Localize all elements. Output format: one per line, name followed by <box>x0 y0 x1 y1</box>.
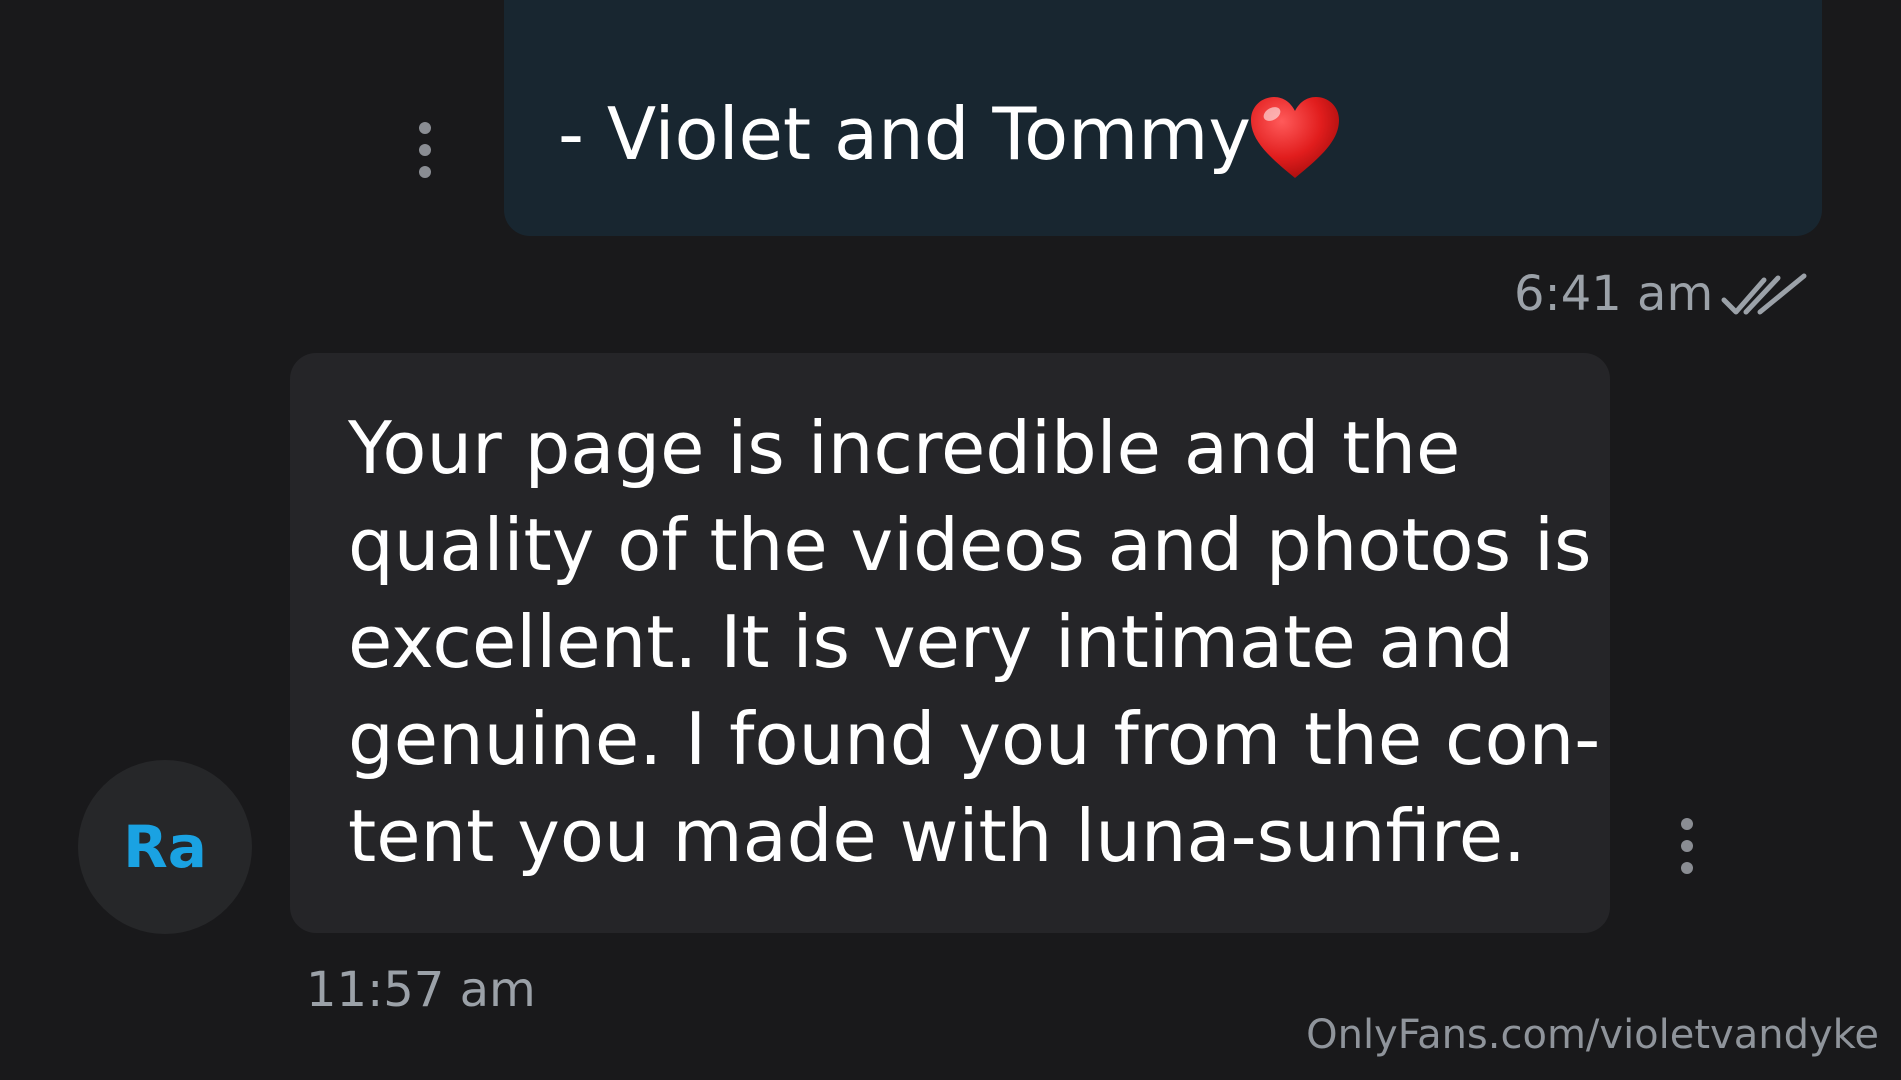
heart-icon <box>1251 97 1339 178</box>
sent-message-text: - Violet and Tommy <box>558 92 1252 176</box>
received-message-line: quality of the videos and photos is <box>348 503 1592 587</box>
received-message-line: excellent. It is very intimate and <box>348 600 1514 684</box>
received-message-time: 11:57 am <box>306 962 536 1018</box>
received-message-text: Your page is incredible and the quality … <box>348 400 1601 885</box>
chat-screen: - Violet and Tommy 6:41 am Your page is … <box>0 0 1901 1080</box>
sent-message-time: 6:41 am <box>1514 266 1714 322</box>
avatar[interactable]: Ra <box>78 760 252 934</box>
watermark: OnlyFans.com/violetvandyke <box>1306 1012 1879 1058</box>
avatar-initials: Ra <box>123 813 207 881</box>
sent-message-menu-icon[interactable] <box>414 122 436 178</box>
received-message-line: genuine. I found you from the con- <box>348 697 1601 781</box>
received-message-line: tent you made with luna-sunfire. <box>348 794 1526 878</box>
received-message-menu-icon[interactable] <box>1676 818 1698 874</box>
double-check-icon <box>1721 273 1807 315</box>
received-message-line: Your page is incredible and the <box>348 406 1461 490</box>
